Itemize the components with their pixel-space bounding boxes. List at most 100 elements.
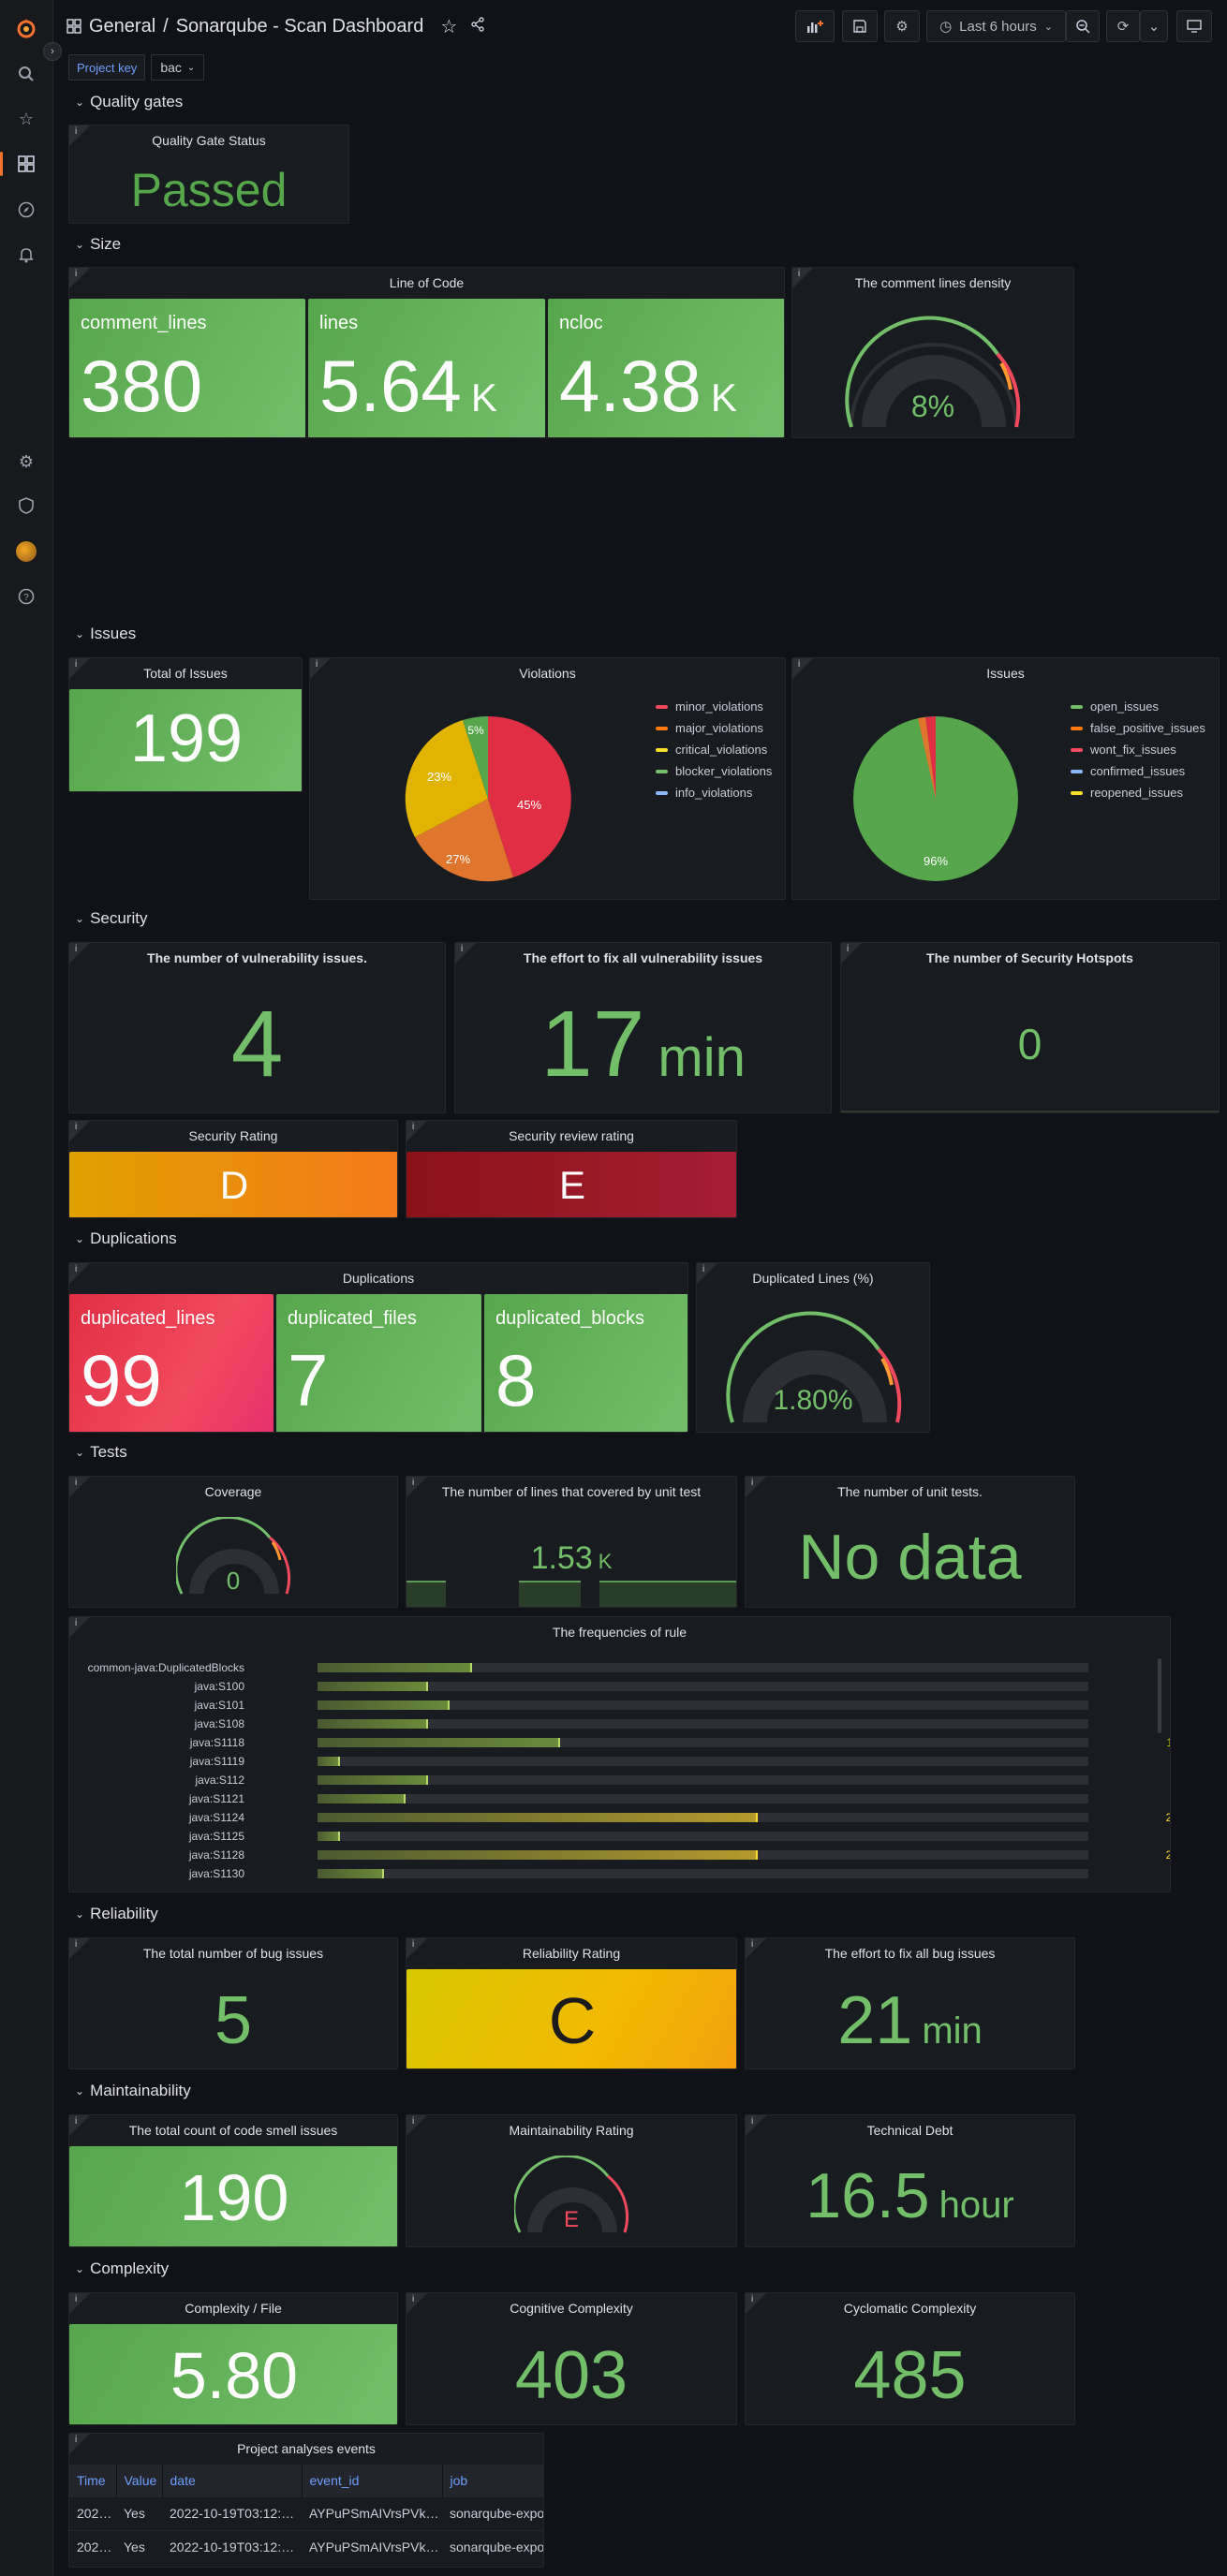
row-tests[interactable]: ⌄ Tests [75, 1443, 127, 1462]
row-reliability[interactable]: ⌄ Reliability [75, 1905, 158, 1923]
expand-sidebar-chevron-icon[interactable]: › [43, 42, 62, 61]
panel-project-analyses-events[interactable]: i Project analyses events Time Value dat… [68, 2433, 544, 2568]
panel-title: The number of vulnerability issues. [147, 950, 367, 965]
rule-bar-label: common-java:DuplicatedBlocks [87, 1661, 244, 1674]
panel-title: The number of lines that covered by unit… [441, 1484, 702, 1499]
panel-cyclomatic-complexity[interactable]: i Cyclomatic Complexity 485 [745, 2292, 1075, 2425]
panel-security-review-rating[interactable]: i Security review rating E [406, 1120, 737, 1218]
panel-complexity-per-file[interactable]: i Complexity / File 5.80 [68, 2292, 398, 2425]
search-icon[interactable] [14, 62, 38, 86]
panel-duplications[interactable]: i Duplications duplicated_lines 99 dupli… [68, 1262, 688, 1433]
user-avatar[interactable] [14, 539, 38, 564]
column-header-time[interactable]: Time [69, 2465, 117, 2496]
grafana-logo-icon[interactable] [14, 16, 38, 40]
legend-swatch [1071, 726, 1083, 730]
panel-vulnerability-effort[interactable]: i The effort to fix all vulnerability is… [454, 942, 832, 1113]
legend-item[interactable]: critical_violations [656, 739, 772, 760]
panel-title: Duplications [342, 1271, 415, 1286]
rule-bar-track [318, 1719, 1088, 1729]
panel-maintainability-rating[interactable]: i Maintainability Rating E [406, 2114, 737, 2247]
tv-mode-icon[interactable] [1176, 10, 1212, 42]
refresh-interval-chevron-icon[interactable]: ⌄ [1140, 10, 1168, 42]
row-security[interactable]: ⌄ Security [75, 909, 147, 928]
column-header-value[interactable]: Value [116, 2465, 163, 2496]
row-title: Security [90, 909, 148, 927]
tile-value: D [219, 1163, 249, 1207]
row-title: Issues [90, 625, 137, 642]
legend-item[interactable]: blocker_violations [656, 760, 772, 782]
panel-title: The effort to fix all vulnerability issu… [523, 950, 763, 965]
legend-item[interactable]: confirmed_issues [1071, 760, 1205, 782]
panel-cognitive-complexity[interactable]: i Cognitive Complexity 403 [406, 2292, 737, 2425]
row-quality-gates[interactable]: ⌄ Quality gates [75, 93, 183, 111]
panel-unit-tests[interactable]: i The number of unit tests. No data [745, 1476, 1075, 1608]
rule-bar-value: 7 [1141, 1661, 1170, 1674]
column-header-date[interactable]: date [162, 2465, 303, 2496]
rule-bar-label: java:S1130 [188, 1867, 244, 1880]
panel-line-of-code[interactable]: i Line of Code comment_lines 380 lines 5… [68, 267, 785, 438]
explore-icon[interactable] [14, 198, 38, 222]
legend-item[interactable]: open_issues [1071, 696, 1205, 717]
row-title: Size [90, 235, 122, 253]
panel-violations[interactable]: i Violations 45% 27% 23% 5% minor_violat… [309, 657, 786, 900]
panel-issues[interactable]: i Issues 96% open_issues false_positive_… [791, 657, 1220, 900]
sparkline [841, 1111, 1219, 1112]
configuration-gear-icon[interactable]: ⚙ [14, 449, 38, 474]
share-icon[interactable] [470, 16, 485, 37]
panel-rule-frequencies[interactable]: i The frequencies of rule common-java:Du… [68, 1616, 1171, 1892]
starred-icon[interactable]: ☆ [14, 107, 38, 131]
dashboard-settings-icon[interactable]: ⚙ [884, 10, 920, 42]
row-duplications[interactable]: ⌄ Duplications [75, 1229, 177, 1248]
pie-label-major: 27% [446, 852, 470, 866]
row-size[interactable]: ⌄ Size [75, 235, 121, 254]
legend-item[interactable]: major_violations [656, 717, 772, 739]
rule-bar-fill [318, 1813, 759, 1822]
legend-item[interactable]: minor_violations [656, 696, 772, 717]
panel-vulnerability-count[interactable]: i The number of vulnerability issues. 4 [68, 942, 446, 1113]
dashboard-title[interactable]: Sonarqube - Scan Dashboard [176, 16, 424, 37]
help-icon[interactable]: ? [14, 584, 38, 609]
legend-item[interactable]: false_positive_issues [1071, 717, 1205, 739]
panel-security-rating[interactable]: i Security Rating D [68, 1120, 398, 1218]
breadcrumb-folder[interactable]: General [89, 16, 155, 37]
star-icon[interactable]: ☆ [440, 15, 457, 38]
panel-title: Violations [519, 666, 576, 681]
panel-bug-effort[interactable]: i The effort to fix all bug issues 21 min [745, 1937, 1075, 2069]
vulnerability-value: 4 [230, 992, 284, 1097]
legend-item[interactable]: info_violations [656, 782, 772, 803]
legend-item[interactable]: reopened_issues [1071, 782, 1205, 803]
server-admin-shield-icon[interactable] [14, 493, 38, 518]
legend-item[interactable]: wont_fix_issues [1071, 739, 1205, 760]
panel-comment-density[interactable]: i The comment lines density 8% [791, 267, 1074, 438]
panel-covered-lines[interactable]: i The number of lines that covered by un… [406, 1476, 737, 1608]
project-key-select[interactable]: bac ⌄ [151, 54, 205, 81]
rule-bar-fill [318, 1663, 472, 1672]
panel-reliability-rating[interactable]: i Reliability Rating C [406, 1937, 737, 2069]
save-dashboard-icon[interactable] [842, 10, 878, 42]
rule-bar-fill [318, 1738, 560, 1747]
panel-code-smells[interactable]: i The total count of code smell issues 1… [68, 2114, 398, 2247]
dashboards-icon[interactable] [0, 152, 38, 176]
column-header-job[interactable]: job [442, 2465, 543, 2496]
rule-bar-label: java:S1119 [189, 1755, 244, 1768]
panel-title: Maintainability Rating [509, 2123, 634, 2138]
scrollbar[interactable] [1158, 1658, 1161, 1733]
column-header-event-id[interactable]: event_id [302, 2465, 443, 2496]
time-range-picker[interactable]: ◷ Last 6 hours ⌄ [926, 10, 1066, 42]
refresh-icon[interactable]: ⟳ [1106, 10, 1140, 42]
panel-coverage[interactable]: i Coverage 0 [68, 1476, 398, 1608]
panel-security-hotspots[interactable]: i The number of Security Hotspots 0 [840, 942, 1220, 1113]
rule-bar-fill [318, 1775, 428, 1785]
row-complexity[interactable]: ⌄ Complexity [75, 2260, 169, 2278]
panel-technical-debt[interactable]: i Technical Debt 16.5 hour [745, 2114, 1075, 2247]
panel-total-issues[interactable]: i Total of Issues 199 [68, 657, 303, 792]
panel-bug-count[interactable]: i The total number of bug issues 5 [68, 1937, 398, 2069]
panel-duplicated-lines-pct[interactable]: i Duplicated Lines (%) 1.80% [696, 1262, 930, 1433]
row-issues[interactable]: ⌄ Issues [75, 625, 136, 643]
row-maintainability[interactable]: ⌄ Maintainability [75, 2082, 191, 2100]
alerting-bell-icon[interactable] [14, 243, 38, 267]
zoom-out-icon[interactable] [1066, 10, 1100, 42]
rule-bar-value: 1 [1141, 1755, 1170, 1768]
panel-quality-gate-status[interactable]: i Quality Gate Status Passed [68, 125, 349, 224]
add-panel-icon[interactable] [795, 10, 835, 42]
